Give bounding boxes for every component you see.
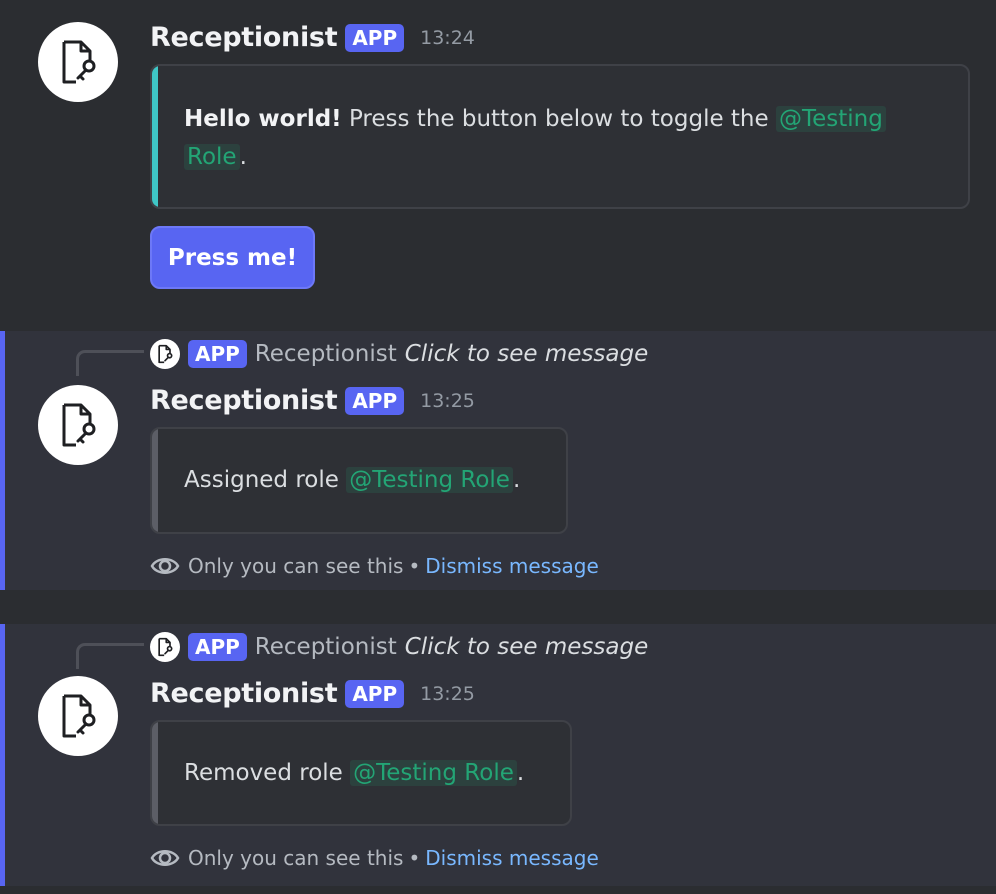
document-key-icon <box>62 694 96 738</box>
reply-author[interactable]: Receptionist <box>255 341 397 367</box>
reply-avatar <box>150 632 180 662</box>
app-badge: APP <box>345 679 405 708</box>
avatar[interactable] <box>38 676 118 756</box>
embed-bold-text: Hello world! <box>184 106 342 132</box>
role-mention[interactable]: @Testing <box>775 106 886 132</box>
message-3-ephemeral: APP Receptionist Click to see message Re… <box>0 624 996 886</box>
role-mention[interactable]: @Testing Role <box>346 467 513 493</box>
ephemeral-note: Only you can see this • Dismiss message <box>150 551 599 581</box>
embed-suffix: . <box>512 467 521 493</box>
document-key-icon <box>62 40 96 84</box>
message-header: Receptionist APP 13:25 <box>150 385 475 416</box>
embed-suffix: . <box>516 760 525 786</box>
reply-spine <box>76 350 144 376</box>
separator: • <box>408 846 421 870</box>
embed-accent-bar <box>152 429 158 532</box>
ephemeral-note: Only you can see this • Dismiss message <box>150 843 599 873</box>
reply-preview[interactable]: Click to see message <box>405 341 648 367</box>
timestamp[interactable]: 13:25 <box>420 683 475 705</box>
press-me-button[interactable]: Press me! <box>150 226 315 289</box>
dismiss-message-link[interactable]: Dismiss message <box>425 846 599 870</box>
app-badge: APP <box>345 23 405 52</box>
timestamp[interactable]: 13:25 <box>420 390 475 412</box>
timestamp[interactable]: 13:24 <box>420 27 475 49</box>
document-key-icon <box>158 344 173 364</box>
role-mention[interactable]: @Testing Role <box>350 760 517 786</box>
reply-reference[interactable]: APP Receptionist Click to see message <box>150 632 648 662</box>
reply-author[interactable]: Receptionist <box>255 634 397 660</box>
message-header: Receptionist APP 13:25 <box>150 678 475 709</box>
eye-icon <box>150 558 180 574</box>
document-key-icon <box>62 403 96 447</box>
ephemeral-note-text: Only you can see this <box>188 846 404 870</box>
document-key-icon <box>158 637 173 657</box>
separator: • <box>408 554 421 578</box>
message-header: Receptionist APP 13:24 <box>150 22 475 53</box>
reply-spine <box>76 643 144 669</box>
ephemeral-note-text: Only you can see this <box>188 554 404 578</box>
reply-avatar <box>150 339 180 369</box>
embed-text: Assigned role <box>184 467 347 493</box>
author-name[interactable]: Receptionist <box>150 385 338 416</box>
embed: Assigned role @Testing Role. <box>150 427 568 534</box>
role-mention-continued[interactable]: Role <box>184 144 240 170</box>
embed-text: Removed role <box>184 760 351 786</box>
author-name[interactable]: Receptionist <box>150 678 338 709</box>
dismiss-message-link[interactable]: Dismiss message <box>425 554 599 578</box>
avatar[interactable] <box>38 22 118 102</box>
message-2-ephemeral: APP Receptionist Click to see message Re… <box>0 331 996 590</box>
reply-preview[interactable]: Click to see message <box>405 634 648 660</box>
app-badge: APP <box>345 386 405 415</box>
embed: Hello world! Press the button below to t… <box>150 64 970 209</box>
eye-icon <box>150 850 180 866</box>
embed: Removed role @Testing Role. <box>150 720 572 826</box>
embed-suffix: . <box>239 144 247 170</box>
embed-description: Removed role @Testing Role. <box>184 754 569 792</box>
reply-reference[interactable]: APP Receptionist Click to see message <box>150 339 648 369</box>
reply-app-badge: APP <box>188 633 247 661</box>
author-name[interactable]: Receptionist <box>150 22 338 53</box>
embed-description: Hello world! Press the button below to t… <box>184 100 944 176</box>
message-1: Receptionist APP 13:24 Hello world! Pres… <box>0 0 996 318</box>
embed-accent-bar <box>152 66 158 207</box>
embed-description: Assigned role @Testing Role. <box>184 461 564 499</box>
reply-app-badge: APP <box>188 340 247 368</box>
embed-accent-bar <box>152 722 158 824</box>
embed-text: Press the button below to toggle the <box>341 106 776 132</box>
avatar[interactable] <box>38 385 118 465</box>
